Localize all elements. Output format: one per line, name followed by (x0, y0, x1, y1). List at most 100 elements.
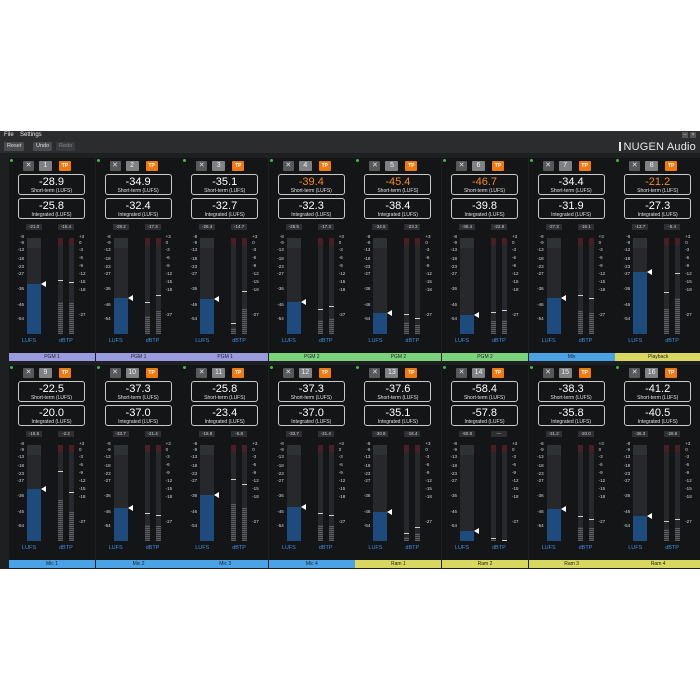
group-label[interactable]: PGM 1 (182, 353, 269, 361)
true-peak-toggle[interactable]: TP (59, 161, 71, 171)
remove-channel-button[interactable]: ✕ (282, 368, 294, 378)
reset-button[interactable]: Reset (4, 142, 25, 151)
channel-number[interactable]: 10 (125, 368, 139, 378)
remove-channel-button[interactable]: ✕ (109, 161, 121, 171)
group-label[interactable]: PGM 2 (268, 353, 355, 361)
peak-readout-right[interactable]: -21.4 (144, 431, 161, 437)
peak-readout-left[interactable]: -33.7 (285, 431, 302, 437)
menu-file[interactable]: File (4, 132, 14, 138)
group-label[interactable]: PGM 1 (95, 353, 182, 361)
group-label[interactable]: Ram 1 (355, 560, 442, 568)
peak-readout-right[interactable]: -5.4 (664, 224, 681, 230)
group-label[interactable]: PGM 2 (442, 353, 528, 361)
peak-readout-left[interactable]: -50.8 (459, 431, 475, 437)
true-peak-toggle[interactable]: TP (665, 161, 678, 171)
group-label[interactable]: Ram 4 (615, 560, 700, 568)
peak-readout-left[interactable]: -13.7 (632, 224, 649, 230)
channel-number[interactable]: 15 (558, 368, 572, 378)
true-peak-toggle[interactable]: TP (232, 368, 245, 378)
channel-number[interactable]: 1 (39, 161, 52, 171)
peak-readout-left[interactable]: -16.9 (199, 431, 216, 437)
peak-readout-left[interactable]: -26.4 (199, 224, 216, 230)
channel-number[interactable]: 11 (212, 368, 226, 378)
peak-readout-left[interactable]: -36.4 (459, 224, 475, 230)
peak-readout-left[interactable]: -28.5 (285, 224, 302, 230)
group-label[interactable]: Mic 4 (268, 560, 355, 568)
channel-number[interactable]: 12 (298, 368, 312, 378)
redo-button[interactable]: Redo (56, 142, 76, 151)
true-peak-toggle[interactable]: TP (578, 368, 591, 378)
channel-number[interactable]: 13 (385, 368, 399, 378)
peak-readout-left[interactable]: -31.2 (545, 431, 562, 437)
remove-channel-button[interactable]: ✕ (109, 368, 121, 378)
true-peak-toggle[interactable]: TP (318, 161, 331, 171)
channel-number[interactable]: 6 (472, 161, 485, 171)
minimize-icon[interactable]: – (682, 132, 688, 138)
undo-button[interactable]: Undo (33, 142, 53, 151)
peak-readout-left[interactable]: -36.3 (632, 431, 649, 437)
channel-number[interactable]: 4 (298, 161, 312, 171)
menu-settings[interactable]: Settings (20, 132, 42, 138)
close-icon[interactable]: × (690, 132, 696, 138)
remove-channel-button[interactable]: ✕ (542, 161, 554, 171)
peak-readout-right[interactable]: -17.3 (144, 224, 161, 230)
remove-channel-button[interactable]: ✕ (369, 161, 381, 171)
group-label[interactable]: PGM 2 (355, 353, 442, 361)
remove-channel-button[interactable]: ✕ (542, 368, 554, 378)
peak-readout-right[interactable]: -16.1 (577, 224, 594, 230)
peak-readout-right[interactable]: -5.8 (231, 431, 248, 437)
true-peak-toggle[interactable]: TP (232, 161, 245, 171)
peak-readout-right[interactable]: -22.8 (491, 224, 507, 230)
group-label[interactable]: Ram 3 (528, 560, 615, 568)
peak-readout-right[interactable]: -20.0 (577, 431, 594, 437)
true-peak-toggle[interactable]: TP (318, 368, 331, 378)
peak-readout-right[interactable]: -16.4 (404, 431, 421, 437)
peak-readout-right[interactable]: — (491, 431, 507, 437)
group-label[interactable]: Mic 1 (9, 560, 95, 568)
channel-number[interactable]: 16 (645, 368, 659, 378)
channel-number[interactable]: 3 (212, 161, 226, 171)
remove-channel-button[interactable]: ✕ (196, 368, 208, 378)
channel-number[interactable]: 9 (39, 368, 52, 378)
peak-readout-left[interactable]: -15.5 (26, 431, 42, 437)
channel-number[interactable]: 8 (645, 161, 659, 171)
channel-number[interactable]: 7 (558, 161, 572, 171)
peak-readout-right[interactable]: -14.7 (231, 224, 248, 230)
remove-channel-button[interactable]: ✕ (23, 161, 34, 171)
peak-readout-left[interactable]: -34.5 (372, 224, 389, 230)
true-peak-toggle[interactable]: TP (59, 368, 71, 378)
remove-channel-button[interactable]: ✕ (369, 368, 381, 378)
group-label[interactable]: Mic 3 (182, 560, 269, 568)
group-label[interactable]: Mic 2 (95, 560, 182, 568)
peak-readout-right[interactable]: -15.4 (58, 224, 74, 230)
group-label[interactable]: Ram 2 (442, 560, 528, 568)
remove-channel-button[interactable]: ✕ (282, 161, 294, 171)
peak-readout-right[interactable]: -17.3 (317, 224, 334, 230)
group-label[interactable]: PGM 1 (9, 353, 95, 361)
peak-readout-left[interactable]: -30.8 (372, 431, 389, 437)
remove-channel-button[interactable]: ✕ (629, 368, 641, 378)
peak-readout-left[interactable]: -28.2 (112, 224, 129, 230)
remove-channel-button[interactable]: ✕ (196, 161, 208, 171)
peak-readout-left[interactable]: -21.0 (26, 224, 42, 230)
peak-readout-right[interactable]: -28.6 (664, 431, 681, 437)
true-peak-toggle[interactable]: TP (145, 161, 158, 171)
remove-channel-button[interactable]: ✕ (23, 368, 34, 378)
true-peak-toggle[interactable]: TP (405, 368, 418, 378)
true-peak-toggle[interactable]: TP (492, 161, 504, 171)
true-peak-toggle[interactable]: TP (492, 368, 504, 378)
peak-readout-right[interactable]: -2.2 (58, 431, 74, 437)
remove-channel-button[interactable]: ✕ (456, 368, 467, 378)
true-peak-toggle[interactable]: TP (578, 161, 591, 171)
peak-readout-left[interactable]: -33.7 (112, 431, 129, 437)
peak-readout-right[interactable]: -23.3 (404, 224, 421, 230)
remove-channel-button[interactable]: ✕ (629, 161, 641, 171)
channel-number[interactable]: 2 (125, 161, 139, 171)
true-peak-toggle[interactable]: TP (665, 368, 678, 378)
peak-readout-left[interactable]: -27.3 (545, 224, 562, 230)
peak-readout-right[interactable]: -21.4 (317, 431, 334, 437)
channel-number[interactable]: 5 (385, 161, 399, 171)
channel-number[interactable]: 14 (472, 368, 485, 378)
true-peak-toggle[interactable]: TP (405, 161, 418, 171)
true-peak-toggle[interactable]: TP (145, 368, 158, 378)
